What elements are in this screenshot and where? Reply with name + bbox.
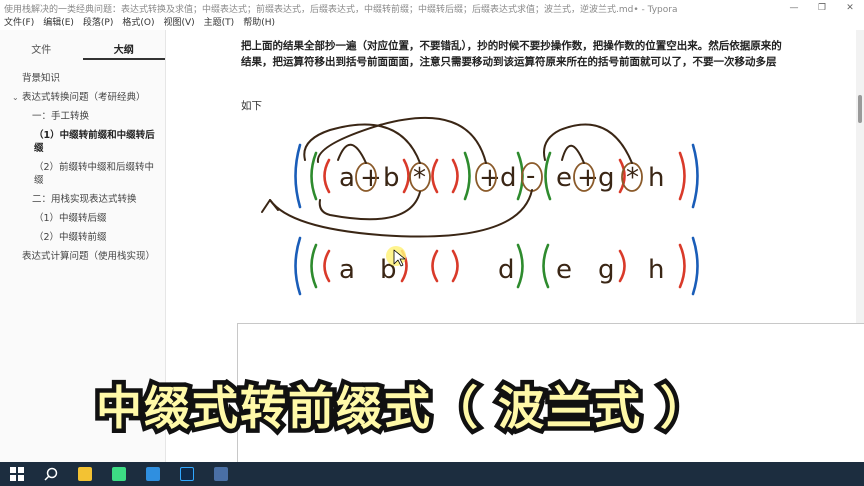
vscode-icon[interactable] (136, 462, 170, 486)
outer-right-paren (691, 236, 699, 296)
left-paren (431, 158, 439, 194)
operand-d: d (500, 163, 517, 193)
left-paren (323, 249, 331, 283)
typora-icon[interactable] (204, 462, 238, 486)
windows-start-icon[interactable] (0, 462, 34, 486)
operand-h: h (648, 163, 664, 193)
right-paren (402, 158, 410, 194)
arrow-head (261, 199, 279, 213)
operand-g: g (598, 163, 615, 193)
right-paren (678, 151, 686, 201)
left-paren (323, 158, 331, 194)
operand-a: a (339, 255, 355, 285)
operand-d: d (498, 255, 515, 285)
outer-right-paren (691, 143, 699, 209)
operand-g: g (598, 255, 615, 285)
left-paren (544, 151, 552, 201)
move-arrow (561, 144, 585, 164)
operator-plus: + (577, 163, 599, 193)
move-arrow (318, 191, 421, 221)
operand-a: a (339, 163, 355, 193)
right-paren (451, 158, 459, 194)
left-paren (310, 243, 318, 289)
right-paren (451, 249, 459, 283)
android-studio-icon[interactable] (102, 462, 136, 486)
move-arrow (316, 117, 487, 164)
right-paren (463, 151, 471, 201)
scrollbar-thumb[interactable] (858, 95, 862, 123)
outer-left-paren (294, 236, 302, 296)
left-paren (542, 243, 550, 289)
right-paren (516, 243, 524, 289)
right-paren (618, 249, 626, 283)
left-paren (310, 151, 318, 201)
search-icon[interactable] (34, 462, 68, 486)
operator-plus: + (479, 163, 501, 193)
right-paren (678, 243, 686, 289)
operand-e: e (556, 255, 572, 285)
left-paren (431, 249, 439, 283)
video-caption: 中缀式转前缀式（ 波兰式 ） (91, 377, 710, 440)
operand-e: e (556, 163, 572, 193)
taskbar (0, 462, 864, 486)
file-explorer-icon[interactable] (68, 462, 102, 486)
move-arrow (337, 143, 367, 164)
operand-b: b (383, 163, 400, 193)
outer-left-paren (294, 143, 302, 209)
move-arrow (543, 123, 633, 164)
photoshop-icon[interactable] (170, 462, 204, 486)
operand-h: h (648, 255, 664, 285)
